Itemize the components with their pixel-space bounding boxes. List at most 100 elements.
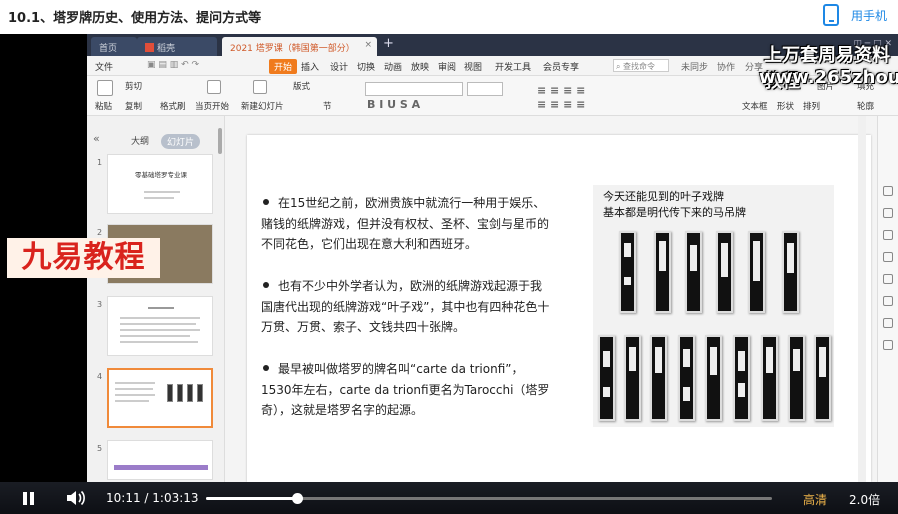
bullet-paragraph-3: 最早被叫做塔罗的牌名叫“carte da trionfi”，1530年左右，ca… xyxy=(261,359,553,421)
thumbnail-line xyxy=(120,317,200,319)
font-family-select xyxy=(365,82,463,96)
search-placeholder: 查找命令 xyxy=(623,62,656,71)
quality-button[interactable]: 高清 xyxy=(803,491,827,508)
bullet-dot xyxy=(263,365,269,371)
thumbnail-line xyxy=(120,341,198,343)
sidebar-tool-icon xyxy=(883,318,893,328)
section-label: 节 xyxy=(323,102,332,112)
thumbnail-card xyxy=(197,384,203,402)
collapse-panel-icon: « xyxy=(93,132,100,145)
bullet-text-3: 最早被叫做塔罗的牌名叫“carte da trionfi”，1530年左右，ca… xyxy=(261,362,550,418)
seek-bar[interactable] xyxy=(206,493,772,504)
layout-label: 版式 xyxy=(293,82,311,92)
panel-scrollbar xyxy=(218,128,222,154)
thumbnail-line xyxy=(115,394,155,396)
screen-capture: 首页 稻壳 2021 塔罗课（韩国第一部分） × + ◫ ─ □ ✕ 文件 ▣ ▤… xyxy=(87,34,898,482)
bullet-paragraph-2: 也有不少中外学者认为，欧洲的纸牌游戏起源于我国唐代出现的纸牌游戏“叶子戏”，其中… xyxy=(261,276,553,338)
playing-card xyxy=(624,335,641,421)
slide-number-5: 5 xyxy=(97,444,103,453)
duration: 1:03:13 xyxy=(152,491,199,505)
page-header: 10.1、塔罗牌历史、使用方法、提问方式等 用手机 xyxy=(0,0,898,34)
playing-card xyxy=(705,335,722,421)
thumbnail-line xyxy=(120,323,196,325)
new-slide-label: 新建幻灯片 xyxy=(241,102,284,112)
copy-label: 复制 xyxy=(125,102,143,112)
bullet-dot xyxy=(263,199,269,205)
shape-label: 形状 xyxy=(777,102,795,112)
menu-home: 开始 xyxy=(269,59,298,74)
cards-image: 今天还能见到的叶子戏牌 基本都是明代传下来的马吊牌 xyxy=(593,185,834,427)
speed-button[interactable]: 2.0倍 xyxy=(849,491,880,508)
outline-label: 轮廓 xyxy=(857,102,875,112)
close-tab-icon: × xyxy=(364,40,372,50)
tab-slides: 幻灯片 xyxy=(161,134,201,149)
menu-file: 文件 xyxy=(95,63,114,73)
mobile-phone-icon[interactable] xyxy=(823,4,839,26)
playing-card xyxy=(619,231,636,313)
playing-card xyxy=(685,231,702,313)
menu-slideshow: 放映 xyxy=(411,63,430,73)
new-tab-icon: + xyxy=(383,36,394,51)
thumbnail-diagram xyxy=(114,465,208,470)
playing-card xyxy=(678,335,695,421)
thumbnail-line xyxy=(115,388,153,390)
seek-progress xyxy=(206,497,298,500)
player-controls: 10:11 / 1:03:13 高清 2.0倍 xyxy=(0,482,898,514)
search-icon: ⌕ xyxy=(616,62,621,71)
menu-design: 设计 xyxy=(330,63,349,73)
tab-document-label: 2021 塔罗课（韩国第一部分） xyxy=(230,44,355,54)
thumbnail-line xyxy=(120,335,190,337)
slide-scrollbar xyxy=(858,116,866,482)
collaborate-button: 协作 xyxy=(717,63,736,73)
menu-review: 审阅 xyxy=(438,63,457,73)
bullet-text-2: 也有不少中外学者认为，欧洲的纸牌游戏起源于我国唐代出现的纸牌游戏“叶子戏”，其中… xyxy=(261,279,550,335)
playing-card xyxy=(654,231,671,313)
arrange-label: 排列 xyxy=(803,102,821,112)
playing-card xyxy=(716,231,733,313)
slide-number-2: 2 xyxy=(97,228,103,237)
image-caption: 今天还能见到的叶子戏牌 基本都是明代传下来的马吊牌 xyxy=(603,189,746,221)
current-time: 10:11 xyxy=(106,491,141,505)
slide-canvas: 在15世纪之前，欧洲贵族中就流行一种用于娱乐、赌钱的纸牌游戏，但并没有权杖、圣杯… xyxy=(247,135,871,482)
image-caption-line-1: 今天还能见到的叶子戏牌 xyxy=(603,190,724,203)
thumbnail-card xyxy=(167,384,173,402)
slide-thumbnail-1: 零基础塔罗专业课 xyxy=(107,154,213,214)
sidebar-tool-icon xyxy=(883,208,893,218)
playing-card xyxy=(598,335,615,421)
volume-icon[interactable] xyxy=(66,490,86,506)
command-search-input: ⌕ 查找命令 xyxy=(613,59,669,72)
video-player[interactable]: 首页 稻壳 2021 塔罗课（韩国第一部分） × + ◫ ─ □ ✕ 文件 ▣ ▤… xyxy=(0,34,898,514)
tab-docer: 稻壳 xyxy=(137,37,217,56)
thumbnail-card xyxy=(177,384,183,402)
thumbnail-line xyxy=(144,191,180,193)
thumbnail-line xyxy=(144,197,174,199)
paragraph-icons: ≡ ≡ ≡ ≡ xyxy=(537,84,586,97)
playing-card xyxy=(761,335,778,421)
bullet-dot xyxy=(263,282,269,288)
font-style-icons: B I U S A xyxy=(367,98,421,111)
menu-member: 会员专享 xyxy=(543,63,580,73)
slide-number-4: 4 xyxy=(97,372,103,381)
seek-handle[interactable] xyxy=(292,493,304,504)
docer-icon xyxy=(145,43,154,52)
playing-card xyxy=(782,231,799,313)
bullet-text-1: 在15世纪之前，欧洲贵族中就流行一种用于娱乐、赌钱的纸牌游戏，但并没有权杖、圣杯… xyxy=(261,196,550,252)
menu-view: 视图 xyxy=(464,63,483,73)
bullet-paragraph-1: 在15世纪之前，欧洲贵族中就流行一种用于娱乐、赌钱的纸牌游戏，但并没有权杖、圣杯… xyxy=(261,193,553,255)
pause-icon[interactable] xyxy=(23,492,35,505)
sidebar-tool-icon xyxy=(883,340,893,350)
slide-thumbnail-5 xyxy=(107,440,213,480)
new-slide-icon xyxy=(253,80,267,94)
slides-panel: « 大纲 幻灯片 1 零基础塔罗专业课 2 3 4 5 xyxy=(87,116,225,482)
cut-label: 剪切 xyxy=(125,82,143,92)
mobile-link[interactable]: 用手机 xyxy=(851,7,898,24)
slide-thumbnail-3 xyxy=(107,296,213,356)
alignment-icons: ≡ ≡ ≡ ≡ xyxy=(537,98,586,111)
image-caption-line-2: 基本都是明代传下来的马吊牌 xyxy=(603,206,746,219)
slide-thumbnail-4-selected xyxy=(107,368,213,428)
slide-number-1: 1 xyxy=(97,158,103,167)
thumbnail-title: 零基础塔罗专业课 xyxy=(135,171,187,179)
playing-card xyxy=(748,231,765,313)
text-box-label: 文本框 xyxy=(742,102,768,112)
unsynced-status: 未同步 xyxy=(681,63,709,73)
